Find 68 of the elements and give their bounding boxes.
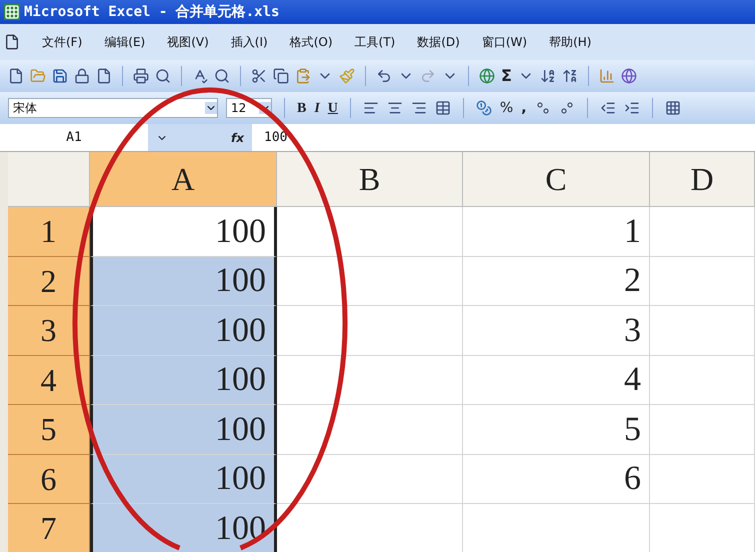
- align-right-icon[interactable]: [410, 100, 427, 116]
- outdent-icon[interactable]: [600, 100, 616, 116]
- sort-descending-icon[interactable]: [562, 68, 578, 84]
- menu-item[interactable]: 文件(F): [42, 33, 82, 51]
- autosum-button[interactable]: Σ: [501, 68, 512, 84]
- table-cell: 100: [90, 405, 277, 454]
- menu-item[interactable]: 工具(T): [354, 33, 396, 51]
- indent-icon[interactable]: [624, 100, 640, 116]
- document-icon[interactable]: [96, 68, 112, 84]
- save-icon[interactable]: [52, 68, 68, 84]
- row-header[interactable]: 7: [8, 504, 90, 552]
- function-button[interactable]: fx: [231, 128, 244, 146]
- globe-icon[interactable]: [479, 68, 495, 84]
- table-cell: 100: [90, 256, 277, 306]
- menu-item[interactable]: 插入(I): [230, 33, 268, 51]
- table-cell: 3: [463, 306, 650, 356]
- comma-button[interactable]: ,: [521, 98, 527, 118]
- sort-ascending-icon[interactable]: [540, 68, 556, 84]
- document-icon[interactable]: [4, 34, 20, 50]
- row-header[interactable]: 3: [8, 306, 90, 356]
- table-cell: 5: [463, 405, 650, 454]
- table-cell: 4: [463, 356, 650, 405]
- cut-icon[interactable]: [251, 68, 267, 84]
- table-cell: 100: [90, 207, 277, 256]
- table-cell: 100: [90, 306, 277, 356]
- merge-cells-icon[interactable]: [434, 100, 451, 116]
- row-header[interactable]: 4: [8, 356, 90, 405]
- column-header[interactable]: C: [463, 152, 650, 207]
- undo-icon[interactable]: [376, 68, 392, 84]
- italic-button[interactable]: I: [314, 98, 320, 118]
- menu-item[interactable]: 格式(O): [290, 33, 333, 51]
- column-header[interactable]: D: [650, 152, 755, 207]
- menu-item[interactable]: 数据(D): [417, 33, 460, 51]
- table-cell: 1: [463, 207, 650, 256]
- table-cell: 2: [463, 256, 650, 306]
- font-select[interactable]: 宋体: [8, 98, 218, 118]
- printer-icon[interactable]: [133, 68, 149, 84]
- menu-item[interactable]: 帮助(H): [549, 33, 592, 51]
- menu-item[interactable]: 窗口(W): [482, 33, 528, 51]
- window-title: Microsoft Excel - 合并单元格.xls: [24, 2, 280, 22]
- align-left-icon[interactable]: [362, 100, 379, 116]
- row-header[interactable]: 1: [8, 207, 90, 256]
- row-header[interactable]: 6: [8, 454, 90, 504]
- column-header[interactable]: B: [277, 152, 463, 207]
- table-cell: 6: [463, 454, 650, 504]
- name-box[interactable]: A1: [0, 124, 148, 151]
- percent-button[interactable]: %: [500, 98, 514, 118]
- copy-icon[interactable]: [273, 68, 289, 84]
- chart-icon[interactable]: [598, 68, 615, 84]
- research-icon[interactable]: [214, 68, 230, 84]
- dropdown-icon[interactable]: [205, 102, 217, 114]
- search-icon[interactable]: [155, 68, 171, 84]
- row-header[interactable]: 5: [8, 405, 90, 454]
- currency-icon[interactable]: [476, 100, 492, 116]
- menu-item[interactable]: 编辑(E): [104, 33, 146, 51]
- menu-item[interactable]: 视图(V): [167, 33, 209, 51]
- align-center-icon[interactable]: [386, 100, 403, 116]
- lock-icon[interactable]: [74, 68, 90, 84]
- bold-button[interactable]: B: [297, 98, 306, 118]
- column-header[interactable]: A: [90, 152, 277, 207]
- table-cell: 100: [90, 454, 277, 504]
- borders-icon[interactable]: [664, 100, 681, 116]
- row-header[interactable]: 2: [8, 256, 90, 306]
- excel-logo-icon: [4, 4, 20, 20]
- formula-field[interactable]: 100: [252, 128, 288, 148]
- table-cell: 100: [90, 356, 277, 405]
- new-file-icon[interactable]: [8, 68, 24, 84]
- underline-button[interactable]: U: [328, 98, 338, 118]
